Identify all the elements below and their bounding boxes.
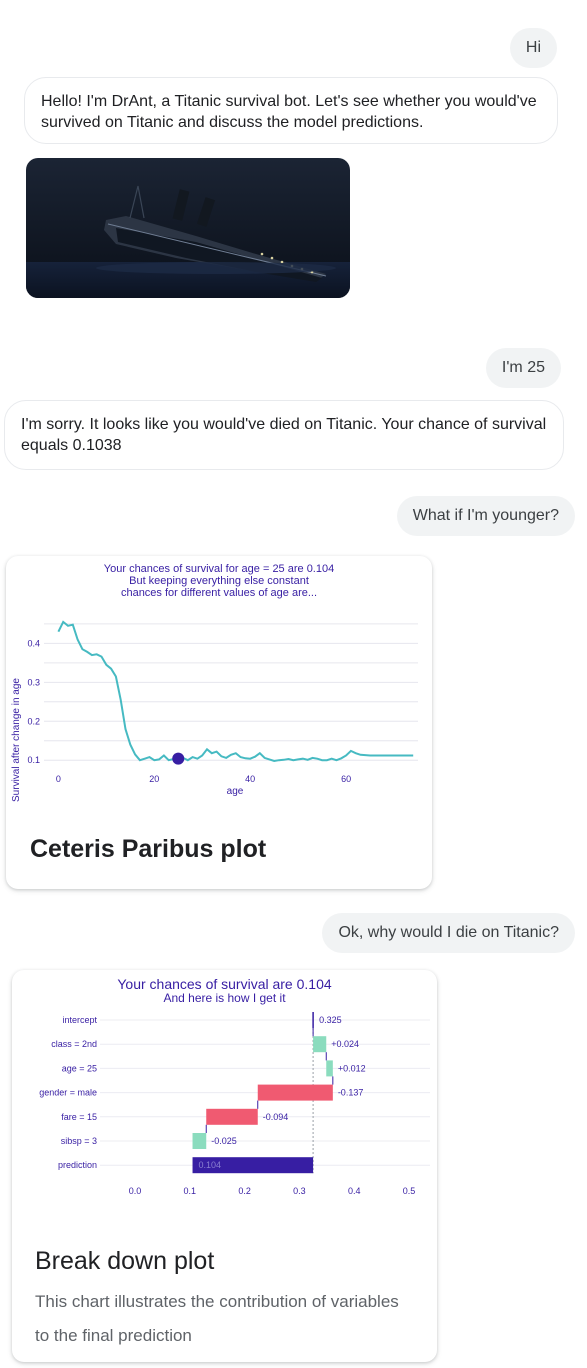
- bd-caption: This chart illustrates the contribution …: [35, 1292, 399, 1345]
- cp-y-tick-label: 0.3: [27, 677, 40, 687]
- bd-x-tick-label: 0.3: [293, 1186, 306, 1196]
- bd-card-title: Break down plot: [35, 1247, 215, 1275]
- cp-x-tick-label: 0: [56, 774, 61, 784]
- cp-x-tick-label: 40: [245, 774, 255, 784]
- bd-value-label: +0.024: [331, 1039, 359, 1049]
- user-message-age: I'm 25: [485, 348, 561, 388]
- bd-value-label: -0.025: [211, 1136, 237, 1146]
- bd-x-tick-label: 0.5: [403, 1186, 416, 1196]
- bd-row-label: age = 25: [62, 1063, 97, 1073]
- user-message-hi: Hi: [509, 28, 557, 68]
- message-text: Hello! I'm DrAnt, a Titanic survival bot…: [41, 93, 537, 131]
- bd-value-label: -0.094: [263, 1112, 289, 1122]
- message-text: I'm sorry. It looks like you would've di…: [21, 416, 547, 454]
- bd-value-label: +0.012: [338, 1063, 366, 1073]
- bd-row-label: sibsp = 3: [61, 1136, 97, 1146]
- bd-x-tick-label: 0.1: [184, 1186, 197, 1196]
- cp-y-tick-label: 0.4: [27, 638, 40, 648]
- break-down-chart: intercept 0.325 class = 2nd +0.024 age = 25 +…: [39, 1012, 430, 1196]
- bd-bar: [257, 1084, 333, 1101]
- cp-y-axis-label: Survival after change in age: [11, 678, 22, 802]
- bd-value-label: 0.104: [199, 1160, 222, 1170]
- bd-bar: [326, 1060, 333, 1077]
- cp-x-tick-label: 20: [149, 774, 159, 784]
- cp-title-line: chances for different values of age are.…: [120, 587, 318, 599]
- bd-bar: [192, 1133, 207, 1149]
- message-text: I'm 25: [501, 359, 545, 376]
- bd-chart-title: Your chances of survival are 0.104 And h…: [12, 977, 437, 1005]
- user-message-younger: What if I'm younger?: [396, 496, 575, 536]
- bd-x-tick-label: 0.2: [238, 1186, 251, 1196]
- titanic-sinking-image: [26, 158, 350, 298]
- bd-title-line: And here is how I get it: [163, 991, 286, 1005]
- bd-row-label: gender = male: [39, 1088, 97, 1098]
- bot-message-greeting: Hello! I'm DrAnt, a Titanic survival bot…: [24, 77, 558, 144]
- bd-row-label: intercept: [62, 1015, 97, 1025]
- cp-observation-point: [172, 752, 185, 765]
- message-text: Hi: [525, 39, 541, 56]
- cp-x-axis-label: age: [227, 786, 244, 797]
- cp-title-line: But keeping everything else constant: [129, 575, 309, 587]
- cp-y-tick-label: 0.1: [27, 755, 40, 765]
- bd-row-label: class = 2nd: [51, 1039, 97, 1049]
- bd-row-label: prediction: [58, 1160, 97, 1170]
- cp-x-tick-label: 60: [341, 774, 351, 784]
- cp-y-tick-label: 0.2: [27, 716, 40, 726]
- user-message-why: Ok, why would I die on Titanic?: [322, 913, 575, 953]
- cp-chart-title: Your chances of survival for age = 25 ar…: [6, 563, 432, 599]
- bd-title-line: Your chances of survival are 0.104: [117, 976, 332, 992]
- ceteris-paribus-card: Your chances of survival for age = 25 ar…: [6, 556, 432, 889]
- bd-value-label: 0.325: [319, 1015, 342, 1025]
- bd-x-tick-label: 0.0: [129, 1186, 142, 1196]
- ceteris-paribus-chart: 0.1 0.2 0.3 0.4 0 20 40 60 Survival after chan…: [11, 620, 418, 802]
- bd-row-label: fare = 15: [61, 1112, 97, 1122]
- bd-bar: [206, 1108, 258, 1125]
- break-down-card: Your chances of survival are 0.104 And h…: [12, 970, 437, 1362]
- cp-card-title: Ceteris Paribus plot: [30, 835, 267, 863]
- message-text: Ok, why would I die on Titanic?: [338, 924, 559, 941]
- bd-bar: [313, 1036, 327, 1053]
- bd-x-tick-label: 0.4: [348, 1186, 361, 1196]
- bot-message-result: I'm sorry. It looks like you would've di…: [4, 400, 564, 470]
- bd-value-label: -0.137: [338, 1088, 364, 1098]
- message-text: What if I'm younger?: [412, 507, 559, 524]
- cp-series-line: [57, 620, 414, 763]
- cp-title-line: Your chances of survival for age = 25 ar…: [103, 563, 335, 575]
